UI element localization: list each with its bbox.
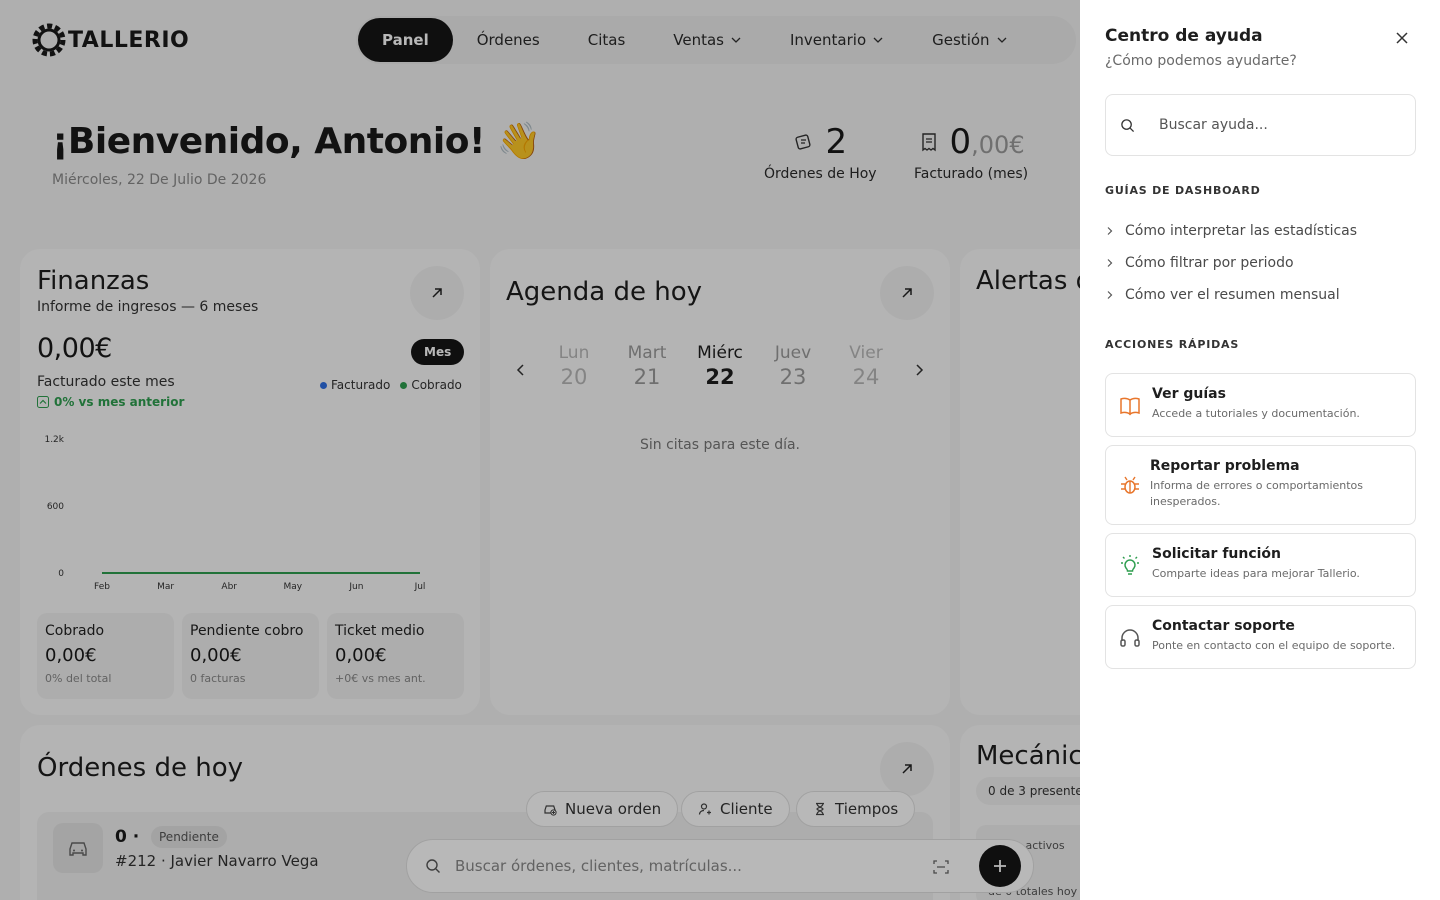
- guide-link[interactable]: Cómo interpretar las estadísticas: [1105, 223, 1357, 239]
- action-desc: Accede a tutoriales y documentación.: [1152, 407, 1360, 420]
- request-feature-action[interactable]: Solicitar función Comparte ideas para mej…: [1105, 533, 1416, 597]
- chevron-right-icon: [1107, 227, 1113, 235]
- action-desc: Informa de errores o comportamientos ine…: [1150, 479, 1364, 508]
- action-title: Contactar soporte: [1152, 618, 1295, 634]
- action-title: Solicitar función: [1152, 546, 1282, 562]
- chevron-right-icon: [1107, 259, 1113, 267]
- guide-link[interactable]: Cómo filtrar por periodo: [1105, 255, 1294, 271]
- guide-label: Cómo interpretar las estadísticas: [1125, 223, 1358, 239]
- actions-section-title: ACCIONES RÁPIDAS: [1105, 338, 1240, 351]
- help-drawer: Centro de ayuda ¿Cómo podemos ayudarte? …: [1080, 0, 1440, 900]
- app-page: TALLERIO Panel Órdenes Citas Ventas Inve…: [0, 0, 1440, 900]
- help-subtitle: ¿Cómo podemos ayudarte?: [1105, 53, 1297, 69]
- action-desc: Ponte en contacto con el equipo de sopor…: [1152, 639, 1396, 652]
- view-guides-action[interactable]: Ver guías Accede a tutoriales y documenta…: [1105, 373, 1416, 437]
- headset-icon: [1120, 629, 1140, 647]
- guide-label: Cómo ver el resumen mensual: [1125, 287, 1340, 303]
- help-title: Centro de ayuda: [1105, 26, 1263, 46]
- chevron-right-icon: [1107, 291, 1113, 299]
- action-desc: Comparte ideas para mejorar Tallerio.: [1152, 567, 1360, 580]
- report-problem-action[interactable]: Reportar problema Informa de errores o co…: [1105, 445, 1416, 525]
- action-title: Ver guías: [1152, 386, 1226, 402]
- lightbulb-icon: [1121, 555, 1139, 575]
- action-title: Reportar problema: [1150, 458, 1300, 474]
- help-search-box: [1105, 94, 1416, 156]
- guides-section-title: GUÍAS DE DASHBOARD: [1105, 184, 1261, 197]
- help-search-input[interactable]: [1159, 117, 1389, 133]
- book-icon: [1120, 397, 1140, 416]
- guide-link[interactable]: Cómo ver el resumen mensual: [1105, 287, 1340, 303]
- close-icon[interactable]: [1394, 30, 1410, 46]
- search-icon: [1121, 118, 1135, 132]
- contact-support-action[interactable]: Contactar soporte Ponte en contacto con e…: [1105, 605, 1416, 669]
- bug-icon: [1121, 476, 1139, 494]
- guide-label: Cómo filtrar por periodo: [1125, 255, 1294, 271]
